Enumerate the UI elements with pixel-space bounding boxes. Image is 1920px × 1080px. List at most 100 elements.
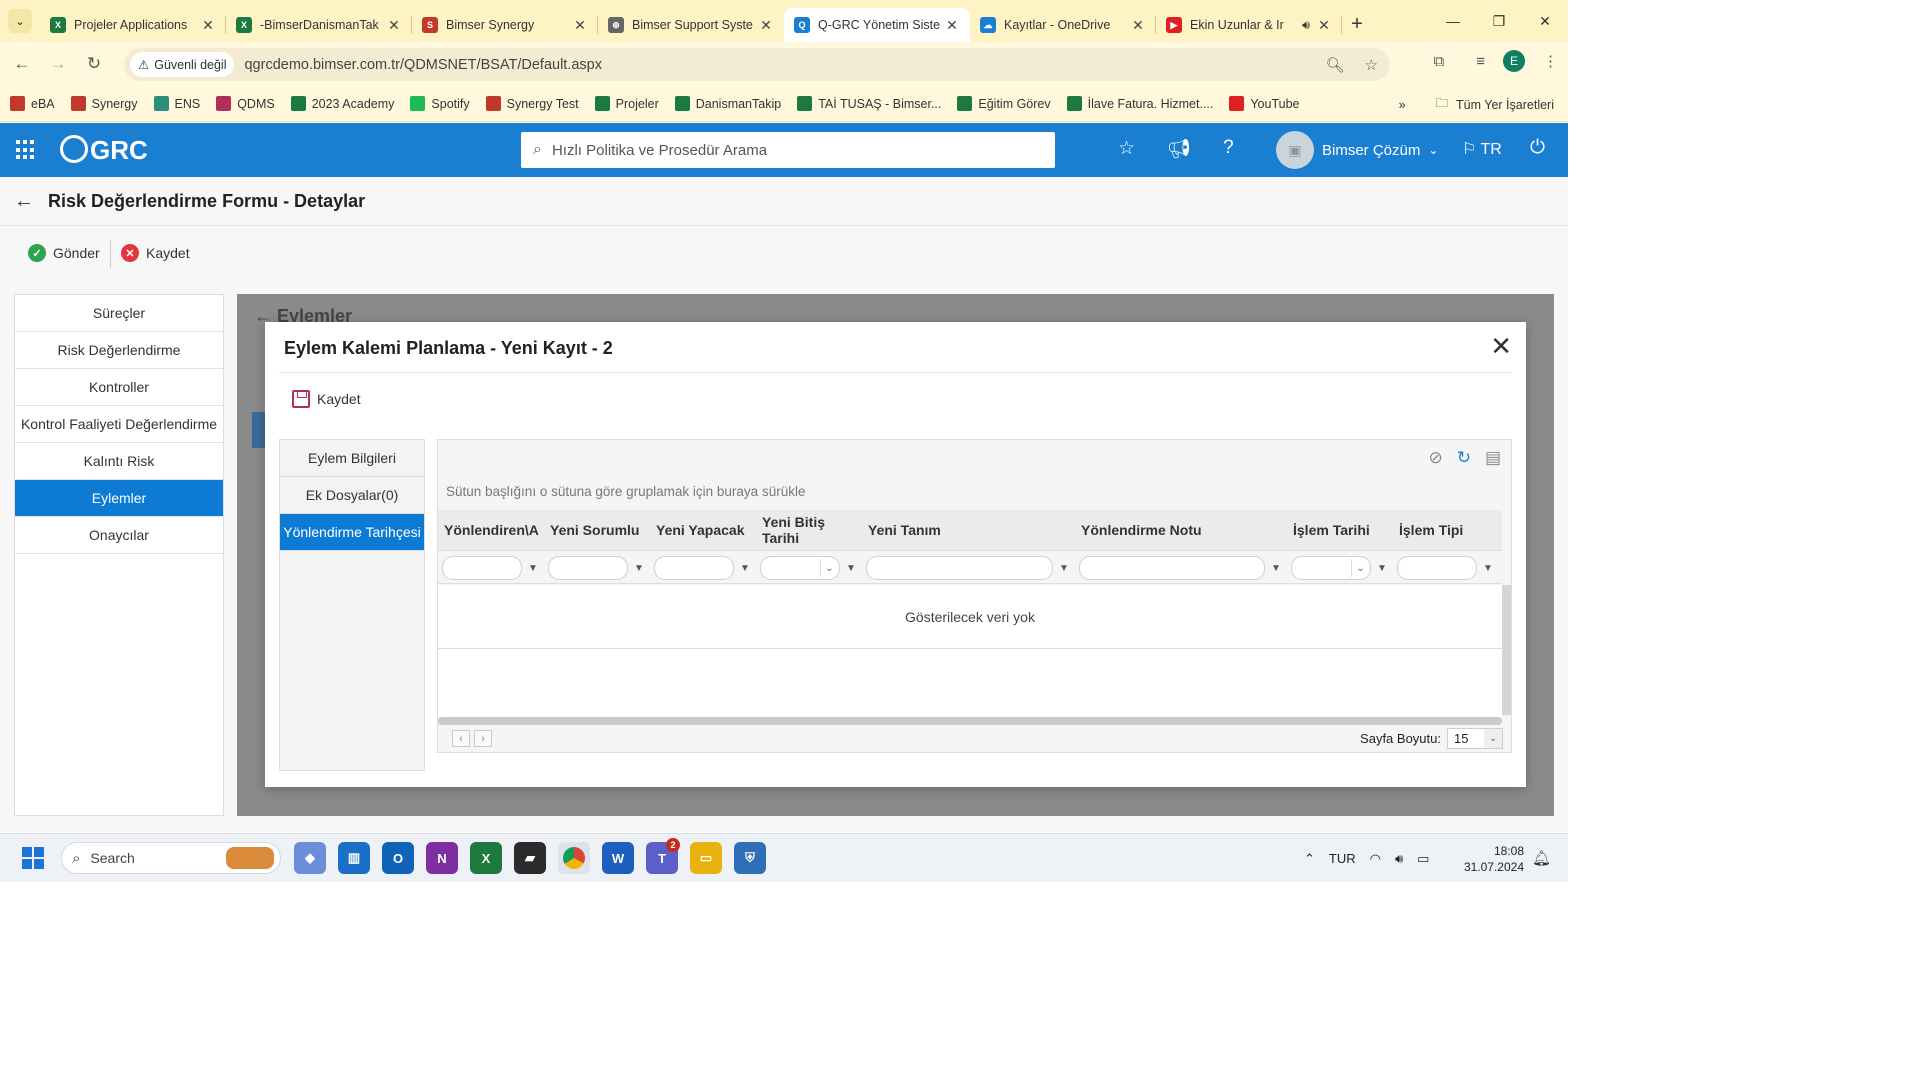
filter-funnel-icon[interactable]: ▼	[1269, 563, 1283, 574]
tab-close-icon[interactable]: ✕	[386, 17, 402, 34]
filter-funnel-icon[interactable]: ▼	[526, 563, 540, 574]
file-explorer-app-icon[interactable]: ▭	[690, 842, 722, 874]
notifications-bell-icon[interactable]: 🔔︎	[1532, 849, 1551, 867]
browser-tab[interactable]: ☁ Kayıtlar - OneDrive ✕	[970, 8, 1156, 42]
column-filter-input[interactable]	[1397, 556, 1477, 580]
filter-funnel-icon[interactable]: ▼	[1481, 563, 1495, 574]
column-filter-input[interactable]	[548, 556, 628, 580]
column-header[interactable]: Yeni Bitiş Tarihi	[756, 510, 862, 550]
save-button[interactable]: ✕ Kaydet	[121, 244, 190, 262]
tab-close-icon[interactable]: ✕	[1316, 17, 1332, 34]
next-page-button[interactable]: ›	[474, 730, 492, 747]
copilot-app-icon[interactable]: ◆	[294, 842, 326, 874]
security-app-icon[interactable]: ⛨	[734, 842, 766, 874]
column-header[interactable]: Yeni Yapacak	[650, 510, 756, 550]
restore-icon[interactable]: ❐	[1476, 13, 1522, 30]
extensions-icon[interactable]: ⧉	[1434, 53, 1445, 70]
left-menu-item[interactable]: Kontrol Faaliyeti Değerlendirme	[15, 406, 223, 443]
profile-avatar[interactable]: E	[1503, 50, 1525, 72]
close-window-icon[interactable]: ✕	[1522, 13, 1568, 30]
filter-funnel-icon[interactable]: ▼	[1375, 563, 1389, 574]
bookmark-item[interactable]: Projeler	[594, 96, 659, 111]
all-bookmarks-link[interactable]: Tüm Yer İşaretleri	[1456, 98, 1554, 112]
back-icon[interactable]: ←	[4, 54, 40, 74]
column-header[interactable]: Yeni Sorumlu	[544, 510, 650, 550]
filter-funnel-icon[interactable]: ▼	[844, 563, 858, 574]
column-filter-input[interactable]	[654, 556, 734, 580]
modal-side-tab[interactable]: Ek Dosyalar(0)	[280, 477, 424, 514]
column-header[interactable]: Yönlendirme Notu	[1075, 510, 1287, 550]
left-menu-item[interactable]: Süreçler	[15, 295, 223, 332]
more-bookmarks-icon[interactable]: »	[1399, 98, 1406, 112]
column-filter-input[interactable]	[442, 556, 522, 580]
browser-tab[interactable]: ⊕ Bimser Support Syste ✕	[598, 8, 784, 42]
url-text[interactable]: qgrcdemo.bimser.com.tr/QDMSNET/BSAT/Defa…	[244, 57, 602, 73]
tab-close-icon[interactable]: ✕	[1130, 17, 1146, 34]
left-menu-item[interactable]: Eylemler	[15, 480, 223, 517]
quick-search-input[interactable]: ⌕ Hızlı Politika ve Prosedür Arama	[521, 132, 1055, 168]
language-selector[interactable]: ⚐ TR	[1462, 139, 1502, 159]
modal-save-button[interactable]: Kaydet	[292, 390, 361, 408]
wifi-icon[interactable]: ◠	[1370, 851, 1381, 867]
clear-filter-icon[interactable]: ⊘	[1428, 448, 1442, 468]
word-app-icon[interactable]: W	[602, 842, 634, 874]
excel-app-icon[interactable]: X	[470, 842, 502, 874]
apps-grid-icon[interactable]	[16, 140, 36, 160]
help-icon[interactable]: ?	[1223, 137, 1234, 161]
teams-app-icon[interactable]: T2	[646, 838, 680, 874]
windows-start-icon[interactable]	[22, 847, 44, 869]
user-menu[interactable]: ▣ Bimser Çözüm ⌄	[1276, 131, 1438, 169]
column-filter-input[interactable]	[1079, 556, 1265, 580]
bookmark-item[interactable]: DanismanTakip	[674, 96, 781, 111]
browser-menu-icon[interactable]: ⋮	[1543, 52, 1558, 70]
bookmark-item[interactable]: ENS	[153, 96, 200, 111]
announcements-icon[interactable]: 📢︎	[1167, 137, 1191, 161]
browser-tab[interactable]: X -BimserDanismanTak ✕	[226, 8, 412, 42]
column-header[interactable]: Yönlendiren\A	[438, 510, 544, 550]
tab-close-icon[interactable]: ✕	[944, 17, 960, 34]
column-chooser-icon[interactable]: ▤	[1485, 448, 1501, 468]
modal-side-tab[interactable]: Eylem Bilgileri	[280, 440, 424, 477]
outlook-app-icon[interactable]: O	[382, 842, 414, 874]
left-menu-item[interactable]: Kalıntı Risk	[15, 443, 223, 480]
modal-side-tab[interactable]: Yönlendirme Tarihçesi	[280, 514, 424, 551]
media-controls-icon[interactable]: ≡	[1476, 53, 1485, 70]
forward-icon[interactable]: →	[40, 54, 76, 74]
clock[interactable]: 18:08 31.07.2024	[1462, 843, 1524, 875]
previous-page-button[interactable]: ‹	[452, 730, 470, 747]
speaker-icon[interactable]: 🔊︎	[1302, 18, 1310, 33]
column-filter-input[interactable]: ⌄	[760, 556, 840, 580]
browser-tab[interactable]: ▶ Ekin Uzunlar & Ir 🔊︎ ✕	[1156, 8, 1342, 42]
page-size-select[interactable]: 15 ⌄	[1447, 728, 1503, 749]
column-header[interactable]: İşlem Tipi	[1393, 510, 1499, 550]
zoom-icon[interactable]: 🔍︎	[1326, 56, 1345, 74]
bookmark-star-icon[interactable]: ☆	[1365, 56, 1378, 74]
browser-tab[interactable]: X Projeler Applications ✕	[40, 8, 226, 42]
bookmark-item[interactable]: YouTube	[1229, 96, 1299, 111]
minimize-icon[interactable]: —	[1430, 13, 1476, 29]
filter-funnel-icon[interactable]: ▼	[738, 563, 752, 574]
onenote-app-icon[interactable]: N	[426, 842, 458, 874]
browser-tab[interactable]: S Bimser Synergy ✕	[412, 8, 598, 42]
filter-funnel-icon[interactable]: ▼	[632, 563, 646, 574]
send-button[interactable]: ✓ Gönder	[28, 244, 100, 262]
horizontal-scrollbar[interactable]	[438, 717, 1502, 725]
bookmark-item[interactable]: 2023 Academy	[290, 96, 394, 111]
taskbar-search[interactable]: ⌕ Search	[61, 842, 281, 874]
widgets-app-icon[interactable]: ▥	[338, 842, 370, 874]
browser-tab[interactable]: Q Q-GRC Yönetim Siste ✕	[784, 8, 970, 42]
column-filter-input[interactable]: ⌄	[1291, 556, 1371, 580]
battery-icon[interactable]: ▭	[1417, 851, 1429, 867]
bookmark-item[interactable]: eBA	[10, 96, 55, 111]
reload-icon[interactable]: ↻	[76, 54, 112, 74]
left-menu-item[interactable]: Risk Değerlendirme	[15, 332, 223, 369]
left-menu-item[interactable]: Onaycılar	[15, 517, 223, 554]
bookmark-item[interactable]: Spotify	[410, 96, 470, 111]
sticky-notes-app-icon[interactable]: ▰	[514, 842, 546, 874]
bookmark-item[interactable]: TAİ TUSAŞ - Bimser...	[797, 96, 941, 111]
app-logo[interactable]: GRC	[60, 135, 148, 166]
logout-power-icon[interactable]: ⏻	[1530, 137, 1545, 159]
chrome-app-icon[interactable]	[558, 842, 590, 874]
bookmark-item[interactable]: QDMS	[216, 96, 275, 111]
refresh-icon[interactable]: ↻	[1457, 448, 1471, 468]
